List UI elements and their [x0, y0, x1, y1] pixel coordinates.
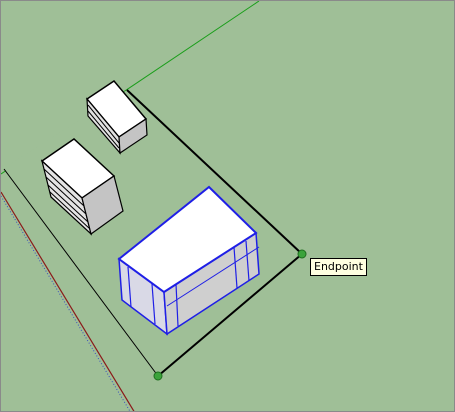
- endpoint-marker-right[interactable]: [297, 249, 307, 259]
- endpoint-marker-bottom[interactable]: [153, 371, 163, 381]
- 3d-viewport[interactable]: Endpoint: [0, 0, 455, 412]
- endpoint-tooltip: Endpoint: [310, 258, 367, 276]
- model-scene[interactable]: [1, 1, 455, 412]
